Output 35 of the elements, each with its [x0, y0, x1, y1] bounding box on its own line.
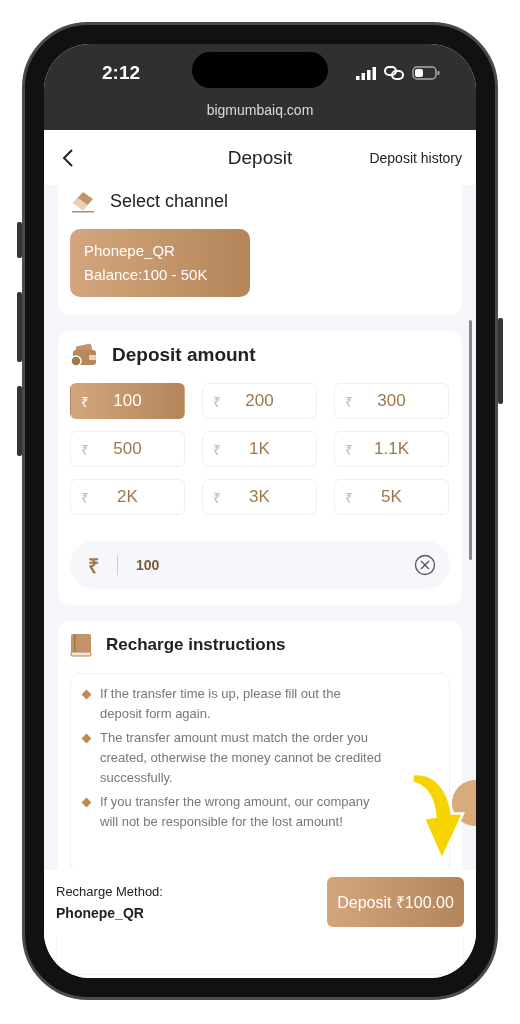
bullet-icon — [81, 797, 92, 808]
amount-option[interactable]: ₹ 500 — [70, 431, 185, 467]
clear-icon[interactable] — [414, 554, 436, 576]
status-time: 2:12 — [102, 62, 141, 84]
instruction-text: The transfer amount must match the order you created, otherwise the money cannot be credited successfully. — [100, 729, 383, 787]
amount-option[interactable]: ₹ 1K — [202, 431, 317, 467]
page-title: Deposit — [227, 146, 293, 169]
section-title: Deposit amount — [112, 344, 256, 366]
wallet-icon — [70, 343, 98, 367]
amount-option[interactable]: ₹ 100 — [70, 383, 185, 419]
history-link[interactable]: Deposit history — [369, 149, 462, 166]
section-title: Select channel — [110, 190, 229, 212]
instruction-text: If you transfer the wrong amount, our company will not be responsible for the lost amount! — [100, 793, 371, 831]
channel-option[interactable]: Phonepe_QR Balance:100 - 50K — [70, 229, 250, 297]
section-title: Recharge instructions — [106, 635, 286, 655]
card-icon — [70, 189, 96, 213]
amount-field[interactable]: ₹ 100 — [70, 541, 450, 589]
back-icon[interactable] — [62, 148, 74, 167]
bullet-icon — [81, 689, 92, 700]
deposit-button[interactable]: Deposit ₹100.00 — [327, 877, 464, 927]
method-label: Recharge Method: — [56, 883, 164, 899]
amount-option[interactable]: ₹ 300 — [334, 383, 449, 419]
instruction-text: If the transfer time is up, please fill out the deposit form again. — [100, 685, 342, 723]
battery-icon — [412, 66, 440, 80]
signal-icon — [356, 66, 376, 80]
amount-option[interactable]: ₹ 3K — [202, 479, 317, 515]
amount-option[interactable]: ₹ 1.1K — [334, 431, 449, 467]
book-icon — [70, 633, 92, 657]
amount-option[interactable]: ₹ 200 — [202, 383, 317, 419]
url-text: bigmumbaiq.com — [205, 102, 315, 118]
amount-option[interactable]: ₹ 5K — [334, 479, 449, 515]
link-icon — [384, 65, 404, 81]
bullet-icon — [81, 733, 92, 744]
method-value: Phonepe_QR — [56, 904, 145, 921]
amount-option[interactable]: ₹ 2K — [70, 479, 185, 515]
